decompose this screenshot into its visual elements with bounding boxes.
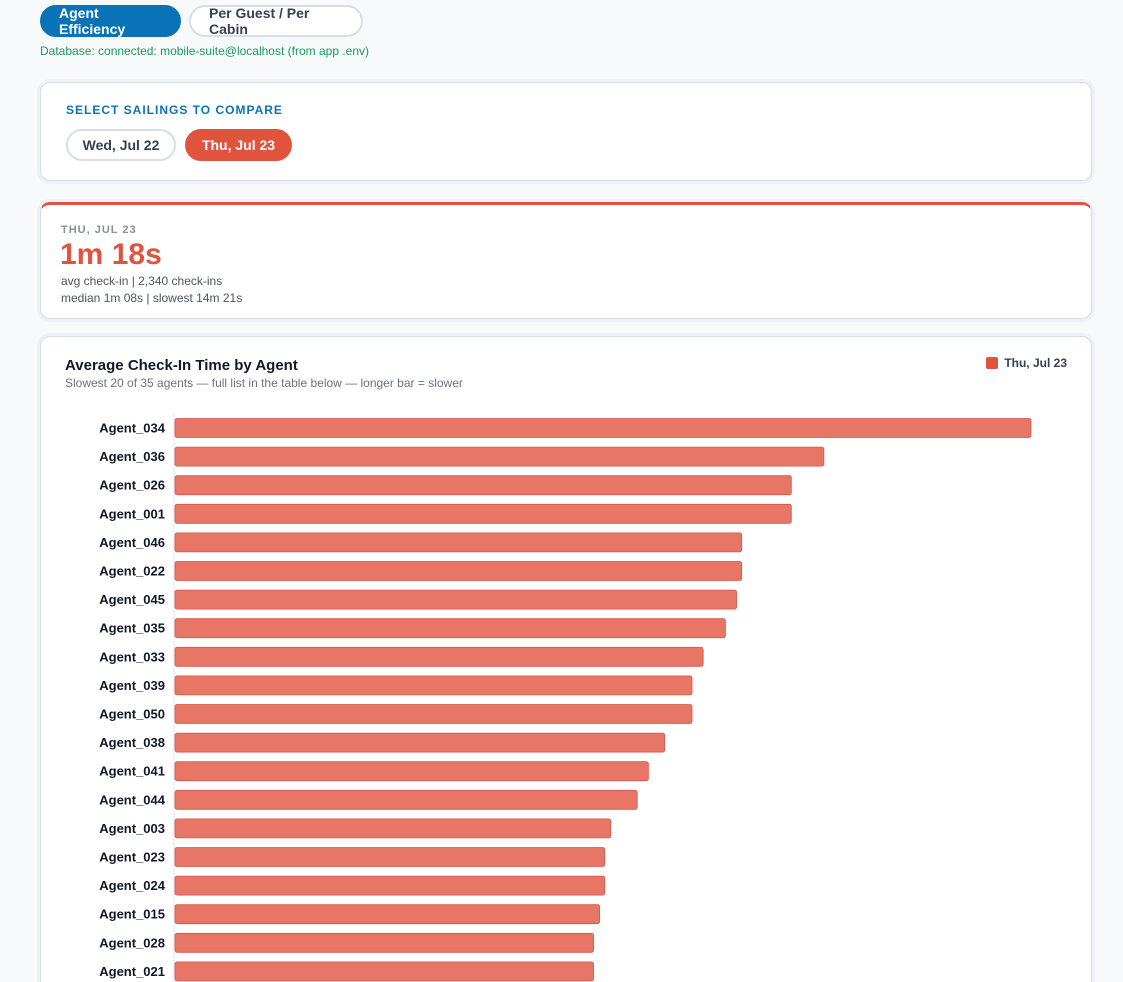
bar[interactable] [174,589,737,610]
chart-subtitle: Slowest 20 of 35 agents — full list in t… [65,376,463,390]
bar-label: Agent_039 [99,678,165,693]
bar-label: Agent_026 [99,478,165,493]
chart-title: Average Check-In Time by Agent [65,357,298,374]
summary-avg-value: 1m 18s [60,238,162,271]
bar[interactable] [174,532,743,553]
bar[interactable] [174,961,594,982]
database-status: Database: connected: mobile-suite@localh… [40,44,370,58]
bar-chart: Agent_034 Agent_036 Agent_026 Agent_001 Agen… [99,413,1032,982]
bar-label: Agent_046 [99,535,165,550]
bar-label: Agent_021 [99,964,165,979]
bar[interactable] [174,646,704,667]
summary-line-median: median 1m 08s | slowest 14m 21s [61,291,243,305]
chart-card: Agent_034 Agent_036 Agent_026 Agent_001 Agen… [40,336,1092,982]
bar[interactable] [174,732,666,753]
bar[interactable] [174,675,693,696]
bar-label: Agent_041 [99,764,165,779]
bar-label: Agent_045 [99,592,165,607]
sailing-option-thu-jul-23[interactable]: Thu, Jul 23 [185,129,292,161]
legend-swatch [986,357,999,369]
bar-label: Agent_015 [99,907,165,922]
view-tabs: Agent Efficiency Per Guest / Per Cabin [40,5,363,37]
bar[interactable] [174,446,825,467]
bar[interactable] [174,904,600,925]
summary-date: THU, JUL 23 [61,224,137,236]
bar-label: Agent_023 [99,850,165,865]
bar[interactable] [174,503,792,524]
sailing-option-wed-jul-22[interactable]: Wed, Jul 22 [66,129,176,161]
bar[interactable] [174,847,606,867]
bar-label: Agent_028 [99,935,165,950]
bar[interactable] [174,875,606,896]
tab-per-guest-per-cabin[interactable]: Per Guest / Per Cabin [189,5,363,37]
sailing-options: Wed, Jul 22 Thu, Jul 23 [66,129,292,161]
bar-label: Agent_050 [99,707,165,722]
bar-label: Agent_001 [99,506,165,521]
chart-legend: Thu, Jul 23 [986,356,1067,370]
select-sailings-title: SELECT SAILINGS TO COMPARE [66,103,283,117]
bar-label: Agent_033 [99,649,165,664]
bar-label: Agent_034 [99,421,166,436]
bar-label: Agent_035 [99,621,165,636]
bar[interactable] [174,818,612,839]
bar[interactable] [174,618,726,639]
bar-label: Agent_003 [99,821,165,836]
bar-label: Agent_022 [99,564,165,579]
bar-label: Agent_044 [99,792,166,807]
bar-label: Agent_024 [99,878,166,893]
bar[interactable] [174,475,792,496]
bar[interactable] [174,561,743,581]
bar[interactable] [174,761,649,782]
bar-label: Agent_038 [99,735,165,750]
bar-label: Agent_036 [99,449,165,464]
summary-card: THU, JUL 23 1m 18s avg check-in | 2,340 … [40,202,1092,319]
bar[interactable] [174,789,638,810]
select-sailings-card: SELECT SAILINGS TO COMPARE Wed, Jul 22 T… [40,82,1092,181]
bar[interactable] [174,418,1032,438]
page: Agent Efficiency Per Guest / Per Cabin D… [0,0,1123,982]
legend-label: Thu, Jul 23 [1004,356,1067,370]
bar[interactable] [174,932,594,953]
tab-agent-efficiency[interactable]: Agent Efficiency [40,5,181,37]
bar[interactable] [174,704,693,724]
summary-line-avg: avg check-in | 2,340 check-ins [61,274,223,288]
